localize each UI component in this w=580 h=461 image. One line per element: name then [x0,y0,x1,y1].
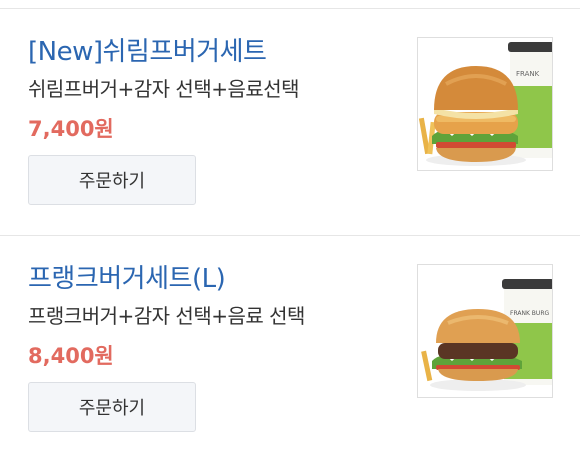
frank-burger-set-image: FRANK BURG [421,279,552,391]
shrimp-burger-set-image: FRANK [418,42,552,166]
menu-list: [New]쉬림프버거세트 쉬림프버거+감자 선택+음료선택 7,400원 주문하… [0,0,580,461]
menu-item-shrimp-burger-set[interactable]: [New]쉬림프버거세트 쉬림프버거+감자 선택+음료선택 7,400원 주문하… [0,9,580,235]
menu-item-title[interactable]: 프랭크버거세트(L) [28,258,226,295]
menu-item-description: 프랭크버거+감자 선택+음료 선택 [28,304,305,328]
menu-item-image[interactable]: FRANK BURG [417,264,553,398]
menu-item-image[interactable]: FRANK [417,37,553,171]
menu-item-title[interactable]: [New]쉬림프버거세트 [28,31,267,68]
menu-item-price: 7,400원 [28,117,114,141]
menu-item-frank-burger-set[interactable]: 프랭크버거세트(L) 프랭크버거+감자 선택+음료 선택 8,400원 주문하기… [0,236,580,461]
cup-brand-text: FRANK [516,70,540,78]
menu-item-price: 8,400원 [28,344,114,368]
order-button[interactable]: 주문하기 [28,155,196,205]
cup-brand-text: FRANK BURG [510,310,549,317]
order-button[interactable]: 주문하기 [28,382,196,432]
menu-item-description: 쉬림프버거+감자 선택+음료선택 [28,77,300,101]
